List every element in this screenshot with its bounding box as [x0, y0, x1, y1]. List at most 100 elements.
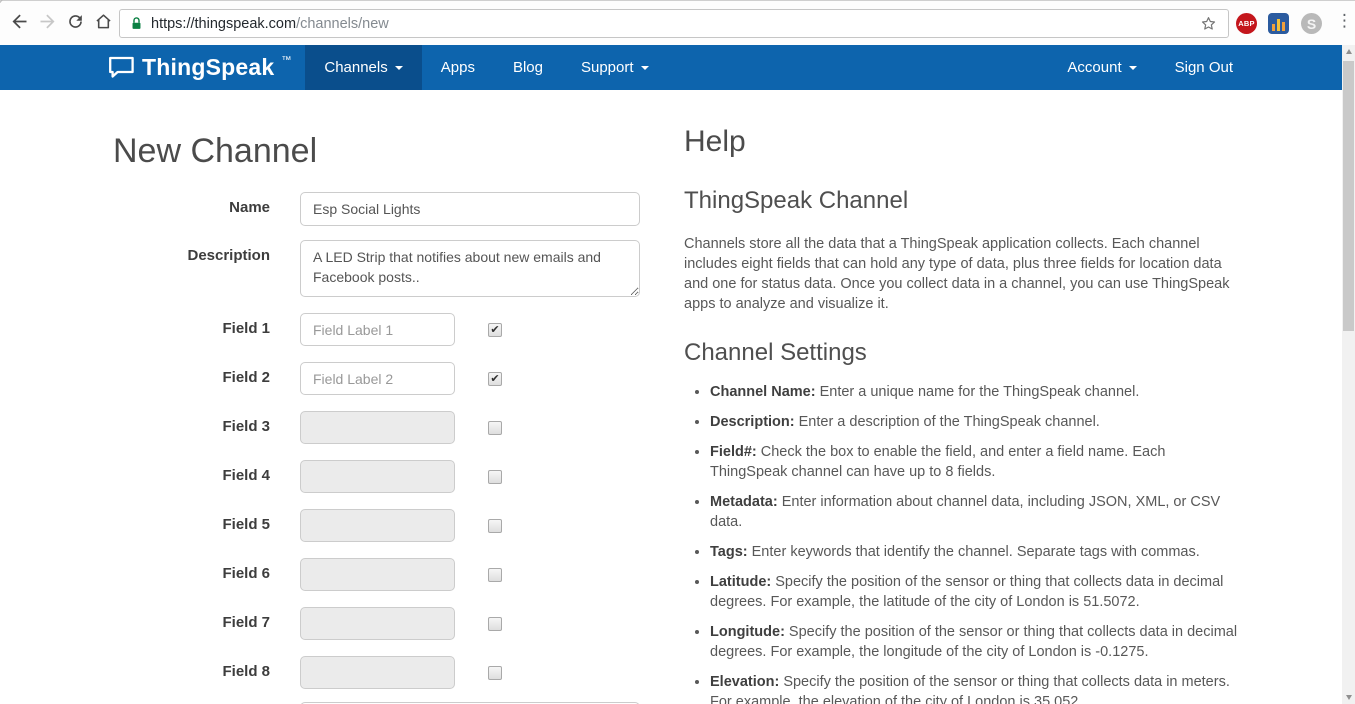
- field-7-input[interactable]: [300, 607, 455, 640]
- field-row: Field 6: [113, 558, 653, 591]
- help-bullet: Metadata: Enter information about channe…: [710, 492, 1242, 532]
- help-channel-paragraph: Channels store all the data that a Thing…: [684, 236, 1230, 312]
- description-input[interactable]: [300, 240, 640, 297]
- nav-account[interactable]: Account: [1048, 45, 1155, 90]
- browser-window: https://thingspeak.com/channels/new ABP …: [0, 0, 1355, 704]
- abp-label: ABP: [1238, 19, 1255, 28]
- help-bullet-text: Enter a unique name for the ThingSpeak c…: [815, 384, 1140, 400]
- field-6-label: Field 6: [222, 565, 270, 582]
- site-navbar: ThingSpeak ™ Channels Apps Blog Support A…: [0, 45, 1355, 90]
- url-text: https://thingspeak.com/channels/new: [151, 16, 389, 32]
- field-rows: Field 1 ✔ Field 2 ✔ Field 3 Field 4 Fiel…: [113, 313, 653, 689]
- field-1-input[interactable]: [300, 313, 455, 346]
- help-bullet: Longitude: Specify the position of the s…: [710, 622, 1242, 662]
- field-4-input[interactable]: [300, 460, 455, 493]
- field-6-input[interactable]: [300, 558, 455, 591]
- field-row: Field 2 ✔: [113, 362, 653, 395]
- chart-extension-icon[interactable]: [1268, 13, 1289, 34]
- field-5-input[interactable]: [300, 509, 455, 542]
- field-row: Field 1 ✔: [113, 313, 653, 346]
- url-path: /channels/new: [296, 15, 389, 32]
- tab-edge: [0, 0, 11, 3]
- description-label: Description: [187, 247, 270, 264]
- help-bullet-text: Check the box to enable the field, and e…: [710, 444, 1166, 480]
- help-panel: Help ThingSpeak Channel Channels store a…: [684, 90, 1242, 704]
- field-2-label: Field 2: [222, 369, 270, 386]
- field-7-checkbox[interactable]: [488, 617, 502, 631]
- field-3-label: Field 3: [222, 418, 270, 435]
- bookmark-star-icon[interactable]: [1199, 14, 1218, 33]
- skype-extension-icon[interactable]: S: [1301, 13, 1322, 34]
- field-7-label: Field 7: [222, 614, 270, 631]
- speech-bubble-icon: [108, 55, 135, 80]
- field-2-checkbox[interactable]: ✔: [488, 372, 502, 386]
- new-channel-form: New Channel Name Description Field 1 ✔ F…: [113, 90, 653, 704]
- field-row: Field 8: [113, 656, 653, 689]
- field-5-label: Field 5: [222, 516, 270, 533]
- help-bullet-term: Elevation:: [710, 674, 780, 690]
- field-row: Field 7: [113, 607, 653, 640]
- help-bullet: Latitude: Specify the position of the se…: [710, 572, 1242, 612]
- nav-blog-label: Blog: [512, 59, 543, 76]
- help-bullet: Channel Name: Enter a unique name for th…: [710, 382, 1242, 402]
- help-section-channel-title: ThingSpeak Channel: [684, 187, 909, 214]
- chevron-down-icon: [640, 65, 649, 74]
- page-title: New Channel: [113, 132, 318, 170]
- scroll-down-arrow[interactable]: [1342, 690, 1355, 704]
- field-4-label: Field 4: [222, 467, 270, 484]
- name-label: Name: [229, 199, 270, 216]
- adblock-extension-icon[interactable]: ABP: [1236, 13, 1257, 34]
- help-bullet-term: Description:: [710, 414, 795, 430]
- brand-tm: ™: [281, 55, 292, 66]
- chevron-down-icon: [1128, 65, 1137, 74]
- nav-support[interactable]: Support: [562, 45, 668, 90]
- help-bullet-text: Enter keywords that identify the channel…: [747, 544, 1200, 560]
- field-8-input[interactable]: [300, 656, 455, 689]
- help-bullet: Elevation: Specify the position of the s…: [710, 672, 1242, 704]
- field-1-checkbox[interactable]: ✔: [488, 323, 502, 337]
- field-2-input[interactable]: [300, 362, 455, 395]
- refresh-button[interactable]: [62, 10, 88, 36]
- scroll-up-arrow[interactable]: [1342, 45, 1355, 59]
- chevron-down-icon: [394, 65, 403, 74]
- back-button[interactable]: [6, 10, 32, 36]
- nav-sign-out[interactable]: Sign Out: [1156, 45, 1252, 90]
- help-bullet-text: Specify the position of the sensor or th…: [710, 574, 1224, 610]
- nav-channels-label: Channels: [324, 59, 388, 76]
- help-bullet: Description: Enter a description of the …: [710, 412, 1242, 432]
- brand-name: ThingSpeak: [142, 54, 275, 80]
- field-5-checkbox[interactable]: [488, 519, 502, 533]
- name-input[interactable]: [300, 192, 640, 226]
- field-4-checkbox[interactable]: [488, 470, 502, 484]
- nav-support-label: Support: [580, 59, 634, 76]
- forward-button[interactable]: [34, 10, 60, 36]
- help-bullet-text: Enter a description of the ThingSpeak ch…: [794, 414, 1100, 430]
- scrollbar-thumb[interactable]: [1343, 61, 1354, 331]
- address-bar[interactable]: https://thingspeak.com/channels/new: [119, 9, 1229, 38]
- help-title: Help: [684, 125, 746, 158]
- nav-apps[interactable]: Apps: [422, 45, 494, 90]
- skype-label: S: [1306, 15, 1317, 32]
- help-bullet-list: Channel Name: Enter a unique name for th…: [684, 382, 1242, 704]
- help-bullet-term: Metadata:: [710, 494, 778, 510]
- help-bullet-term: Latitude:: [710, 574, 772, 590]
- home-icon: [93, 11, 114, 35]
- nav-sign-out-label: Sign Out: [1174, 59, 1233, 76]
- help-bullet: Field#: Check the box to enable the fiel…: [710, 442, 1242, 482]
- browser-menu-icon[interactable]: ⋮: [1336, 11, 1353, 31]
- nav-blog[interactable]: Blog: [494, 45, 562, 90]
- field-8-checkbox[interactable]: [488, 666, 502, 680]
- secure-lock-icon[interactable]: [130, 16, 143, 31]
- help-section-settings-title: Channel Settings: [684, 339, 867, 366]
- field-6-checkbox[interactable]: [488, 568, 502, 582]
- help-bullet-text: Enter information about channel data, in…: [710, 494, 1221, 530]
- field-3-checkbox[interactable]: [488, 421, 502, 435]
- back-icon: [9, 11, 30, 35]
- nav-channels[interactable]: Channels: [305, 45, 422, 90]
- thingspeak-logo[interactable]: ThingSpeak ™: [108, 45, 291, 90]
- refresh-icon: [66, 12, 85, 34]
- nav-apps-label: Apps: [440, 59, 475, 76]
- field-3-input[interactable]: [300, 411, 455, 444]
- home-button[interactable]: [90, 10, 116, 36]
- page-scrollbar[interactable]: [1342, 45, 1355, 704]
